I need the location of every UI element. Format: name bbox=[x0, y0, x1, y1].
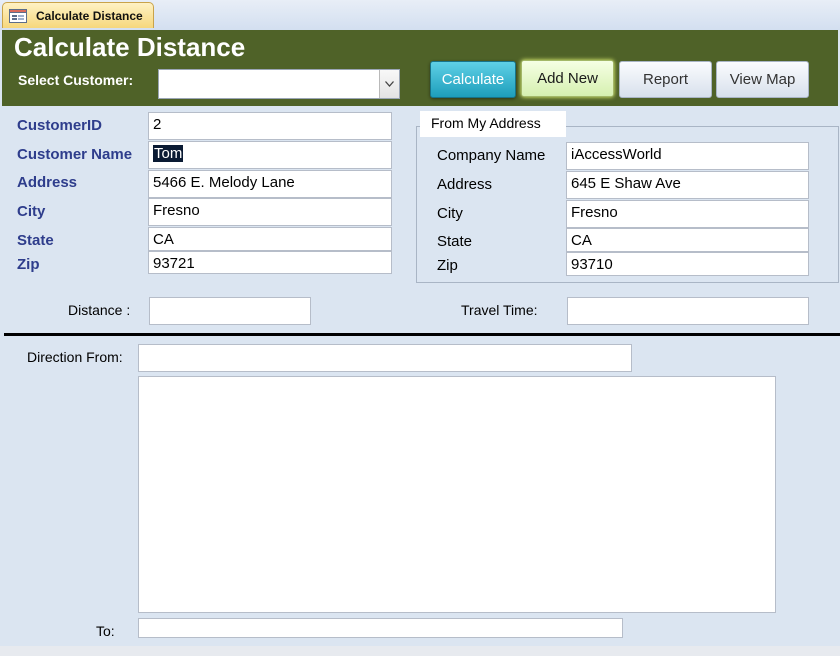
from-zip-field[interactable]: 93710 bbox=[566, 252, 809, 276]
chevron-down-icon[interactable] bbox=[379, 70, 399, 98]
to-label: To: bbox=[96, 623, 115, 639]
customer-address-field[interactable]: 5466 E. Melody Lane bbox=[148, 170, 392, 198]
customer-state-label: State bbox=[17, 232, 54, 249]
report-button[interactable]: Report bbox=[619, 61, 712, 98]
distance-field[interactable] bbox=[149, 297, 311, 325]
travel-time-field[interactable] bbox=[567, 297, 809, 325]
from-address-title: From My Address bbox=[420, 111, 566, 137]
customer-name-field[interactable]: Tom bbox=[148, 141, 392, 169]
direction-from-field[interactable] bbox=[138, 344, 632, 372]
customer-name-label: Customer Name bbox=[17, 146, 133, 163]
customer-state-field[interactable]: CA bbox=[148, 227, 392, 251]
customer-id-field[interactable]: 2 bbox=[148, 112, 392, 140]
document-tab-strip: Calculate Distance bbox=[0, 0, 840, 30]
direction-from-label: Direction From: bbox=[27, 349, 123, 365]
form-footer bbox=[0, 646, 840, 656]
distance-label: Distance : bbox=[68, 302, 131, 318]
tab-label: Calculate Distance bbox=[36, 9, 143, 23]
calculate-button[interactable]: Calculate bbox=[430, 61, 516, 98]
form-icon bbox=[9, 9, 27, 23]
select-customer-combobox[interactable] bbox=[158, 69, 400, 99]
to-field[interactable] bbox=[138, 618, 623, 638]
travel-time-label: Travel Time: bbox=[461, 302, 538, 318]
tab-calculate-distance[interactable]: Calculate Distance bbox=[2, 2, 154, 28]
from-address-field[interactable]: 645 E Shaw Ave bbox=[566, 171, 809, 199]
from-state-field[interactable]: CA bbox=[566, 228, 809, 252]
customer-address-label: Address bbox=[17, 174, 78, 191]
from-address-label: Address bbox=[437, 176, 493, 193]
from-city-field[interactable]: Fresno bbox=[566, 200, 809, 228]
page-title: Calculate Distance bbox=[14, 32, 246, 62]
customer-zip-label: Zip bbox=[17, 256, 40, 273]
from-city-label: City bbox=[437, 205, 463, 222]
customer-name-value: Tom bbox=[153, 145, 184, 162]
company-name-field[interactable]: iAccessWorld bbox=[566, 142, 809, 170]
from-zip-label: Zip bbox=[437, 257, 458, 274]
section-divider bbox=[4, 333, 840, 336]
add-new-button[interactable]: Add New bbox=[521, 60, 614, 97]
directions-textarea[interactable] bbox=[138, 376, 776, 613]
customer-city-label: City bbox=[17, 203, 46, 220]
customer-zip-field[interactable]: 93721 bbox=[148, 251, 392, 274]
customer-city-field[interactable]: Fresno bbox=[148, 198, 392, 226]
company-name-label: Company Name bbox=[437, 147, 546, 164]
view-map-button[interactable]: View Map bbox=[716, 61, 809, 98]
customer-id-label: CustomerID bbox=[17, 117, 103, 134]
form-header: Calculate Distance Select Customer: Calc… bbox=[2, 30, 838, 106]
from-state-label: State bbox=[437, 233, 473, 250]
select-customer-label: Select Customer: bbox=[18, 72, 134, 88]
